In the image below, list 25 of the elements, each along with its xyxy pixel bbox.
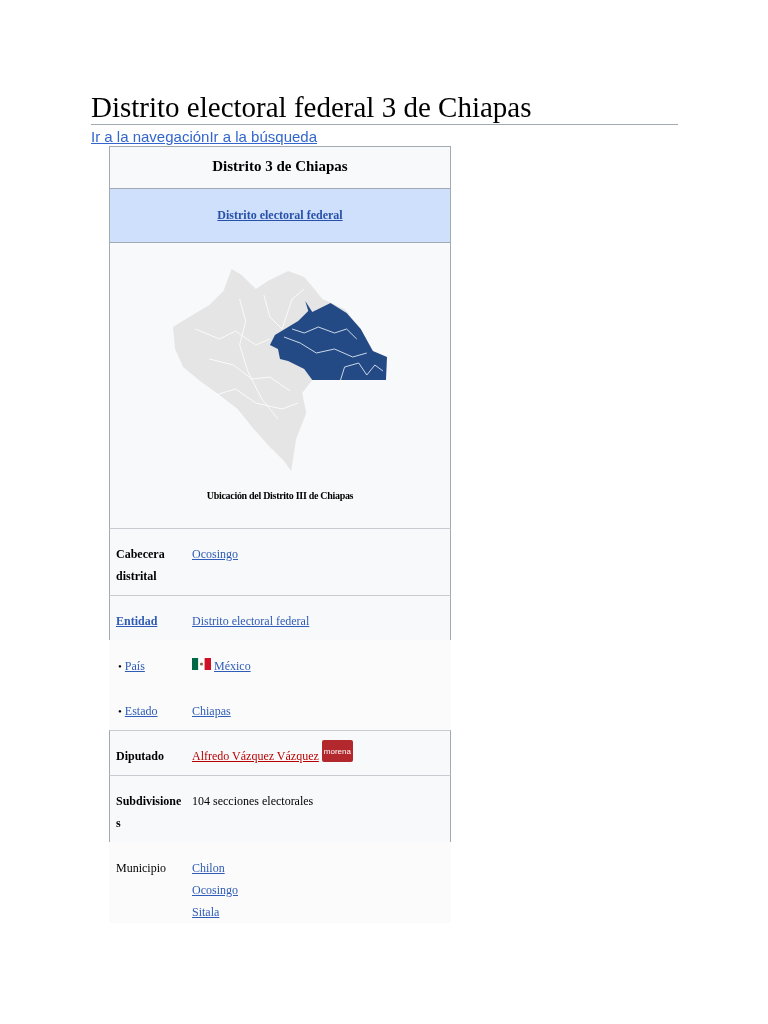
missing-page-link[interactable]: Alfredo Vázquez Vázquez	[192, 745, 319, 767]
value-link[interactable]: Ocosingo	[192, 879, 238, 901]
row-label-link[interactable]: Entidad	[116, 610, 158, 632]
value-link[interactable]: Distrito electoral federal	[192, 610, 310, 632]
row-label-link[interactable]: Estado	[124, 700, 158, 722]
row-label: Subdivisiones	[116, 793, 183, 832]
value-link[interactable]: Ocosingo	[192, 543, 238, 565]
value-link[interactable]: Sitala	[192, 901, 220, 923]
bullet: •	[118, 704, 122, 719]
infobox-title: Distrito 3 de Chiapas	[109, 146, 451, 189]
row-label-link[interactable]: País	[124, 655, 145, 677]
map-caption: Ubicación del Distrito III de Chiapas	[206, 490, 354, 501]
page-title: Distrito electoral federal 3 de Chiapas	[91, 91, 532, 124]
row-label: Cabecera distrital	[116, 546, 166, 585]
value-link[interactable]: México	[214, 655, 251, 677]
value-link[interactable]: Chiapas	[192, 700, 231, 722]
skip-link[interactable]: Ir a la navegación	[91, 127, 210, 146]
bullet: •	[118, 659, 122, 674]
subtitle-link[interactable]: Distrito electoral federal	[217, 208, 343, 223]
row-label: Diputado	[116, 748, 165, 765]
row-label: Municipio	[116, 860, 166, 877]
value-link[interactable]: Chilon	[192, 857, 225, 879]
value-text: 104 secciones electorales	[192, 793, 314, 810]
party-logo: morena	[321, 740, 353, 762]
skip-link[interactable]: Ir a la búsqueda	[209, 127, 317, 146]
